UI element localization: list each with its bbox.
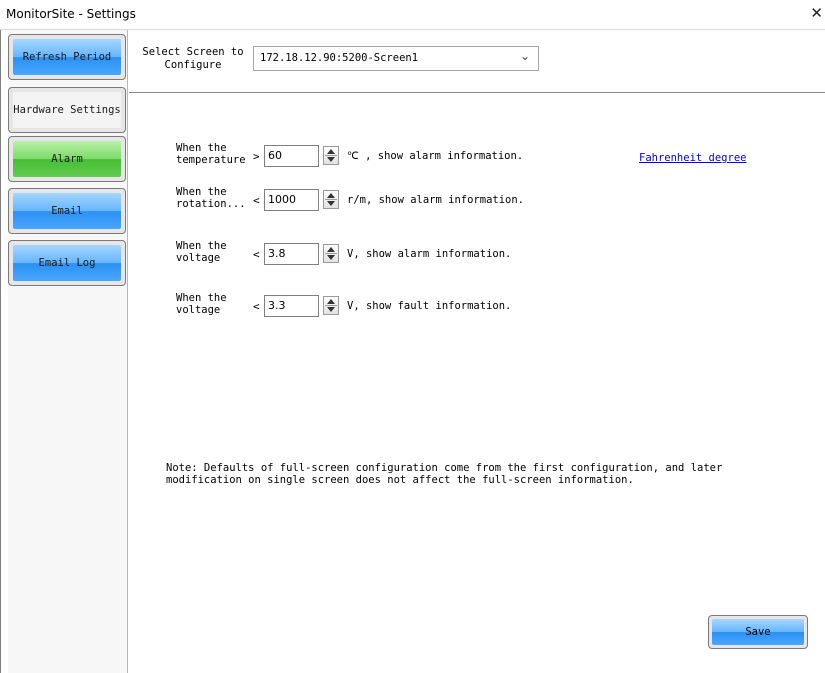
voltage-fault-row: When the voltage < 3.3 V, show fault inf… [129, 292, 825, 320]
spin-arrows-icon[interactable] [323, 244, 339, 263]
title-bar: MonitorSite - Settings ✕ [0, 0, 825, 30]
screen-select-label: Select Screen to Configure [142, 46, 244, 71]
close-icon[interactable]: ✕ [810, 5, 823, 21]
sidebar: Refresh Period Hardware Settings Alarm E… [8, 30, 128, 673]
window-title: MonitorSite - Settings [6, 7, 136, 21]
condition-label: When the rotation... [176, 186, 246, 210]
rotation-threshold-input[interactable]: 1000 [264, 189, 319, 211]
alarm-settings-panel: When the temperature > 60 ℃ , show alarm… [129, 93, 825, 673]
rotation-threshold-spinbox[interactable]: 1000 [264, 189, 339, 211]
spin-arrows-icon[interactable] [323, 146, 339, 165]
configuration-note: Note: Defaults of full-screen configurat… [166, 462, 723, 486]
fahrenheit-degree-link[interactable]: Fahrenheit degree [639, 152, 746, 164]
alarm-description: ℃ , show alarm information. [347, 150, 524, 162]
fault-description: V, show fault information. [347, 300, 512, 312]
comparison-operator: < [253, 248, 260, 261]
sidebar-item-refresh-period[interactable]: Refresh Period [8, 34, 126, 80]
sidebar-item-hardware-settings[interactable]: Hardware Settings [8, 87, 126, 133]
screen-select-value: 172.18.12.90:5200-Screen1 [260, 52, 419, 64]
screen-select-dropdown[interactable]: 172.18.12.90:5200-Screen1 ⌄ [253, 46, 539, 71]
voltage-alarm-threshold-spinbox[interactable]: 3.8 [264, 243, 339, 265]
temperature-threshold-input[interactable]: 60 [264, 145, 319, 167]
sidebar-item-label: Refresh Period [22, 51, 112, 63]
chevron-down-icon: ⌄ [519, 49, 530, 63]
screen-select-bar: Select Screen to Configure 172.18.12.90:… [129, 30, 825, 93]
sidebar-item-label: Alarm [51, 153, 83, 165]
sidebar-item-alarm[interactable]: Alarm [8, 136, 126, 182]
spin-arrows-icon[interactable] [323, 190, 339, 209]
sidebar-item-email[interactable]: Email [8, 188, 126, 234]
window-left-edge [0, 30, 8, 673]
alarm-description: r/m, show alarm information. [347, 194, 525, 206]
voltage-alarm-row: When the voltage < 3.8 V, show alarm inf… [129, 240, 825, 268]
spin-arrows-icon[interactable] [323, 296, 339, 315]
voltage-fault-threshold-input[interactable]: 3.3 [264, 295, 319, 317]
condition-label: When the temperature [176, 142, 246, 166]
comparison-operator: < [253, 300, 260, 313]
sidebar-item-label: Email Log [38, 257, 96, 269]
voltage-alarm-threshold-input[interactable]: 3.8 [264, 243, 319, 265]
sidebar-item-label: Hardware Settings [13, 104, 121, 116]
comparison-operator: < [253, 194, 260, 207]
condition-label: When the voltage [176, 292, 227, 316]
sidebar-item-email-log[interactable]: Email Log [8, 240, 126, 286]
voltage-fault-threshold-spinbox[interactable]: 3.3 [264, 295, 339, 317]
comparison-operator: > [253, 150, 260, 163]
rotation-alarm-row: When the rotation... < 1000 r/m, show al… [129, 186, 825, 214]
save-button-label: Save [745, 626, 771, 638]
save-button[interactable]: Save [708, 615, 808, 649]
temperature-threshold-spinbox[interactable]: 60 [264, 145, 339, 167]
alarm-description: V, show alarm information. [347, 248, 512, 260]
sidebar-item-label: Email [51, 205, 83, 217]
condition-label: When the voltage [176, 240, 227, 264]
